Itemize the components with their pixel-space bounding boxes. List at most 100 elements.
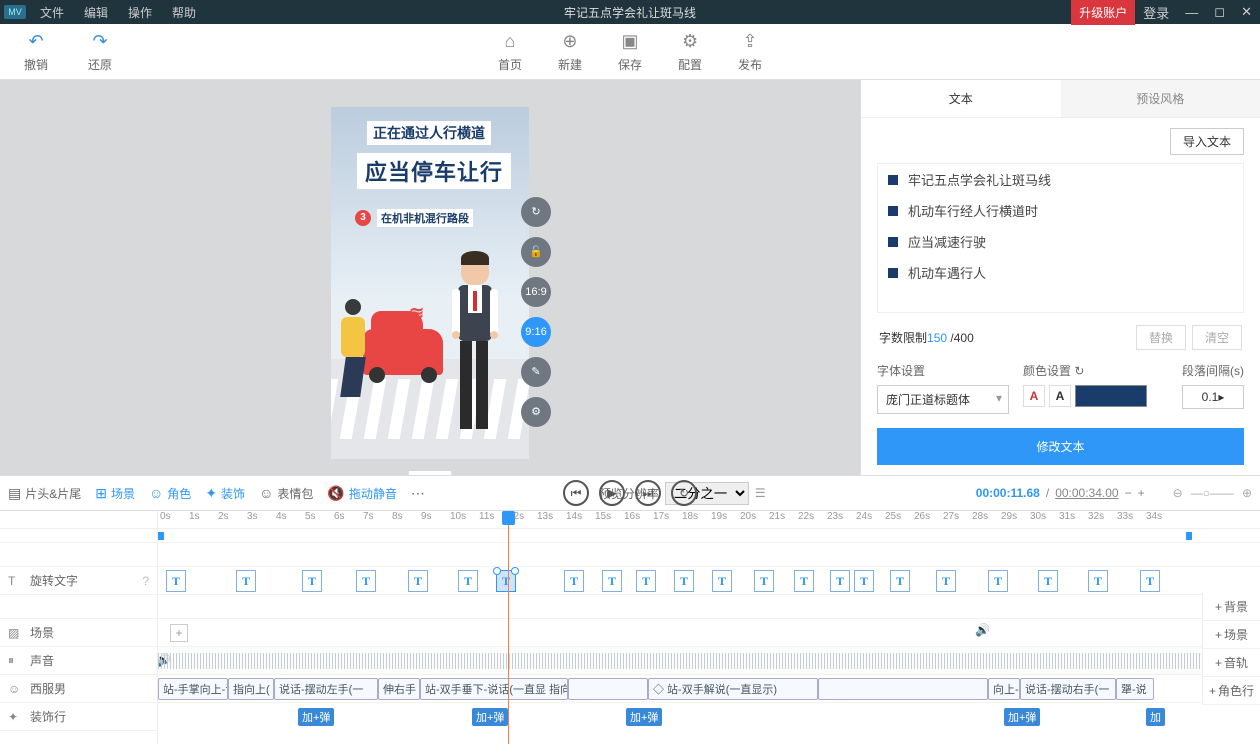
text-clip[interactable]: T: [794, 570, 814, 592]
text-clip[interactable]: T: [936, 570, 956, 592]
close-button[interactable]: ✕: [1233, 4, 1260, 20]
maximize-button[interactable]: ◻: [1206, 4, 1233, 20]
menu-file[interactable]: 文件: [30, 4, 74, 21]
settings-button[interactable]: ⚙: [521, 397, 551, 427]
track-scene[interactable]: ▨场景: [0, 619, 157, 647]
preview-canvas[interactable]: 正在通过人行横道 应当停车让行 3 在机非机混行路段 ≋: [331, 107, 529, 459]
text-clip[interactable]: T: [602, 570, 622, 592]
character-clip[interactable]: [568, 678, 648, 700]
add-scene-clip[interactable]: +: [170, 624, 188, 642]
menu-help[interactable]: 帮助: [162, 4, 206, 21]
home-button[interactable]: ⌂首页: [498, 31, 522, 73]
character-track-row[interactable]: 站-手掌向上-说话(一直显指向上(说话-摆动左手(一伸右手站-双手垂下-说话(一…: [158, 675, 1260, 703]
total-time[interactable]: 00:00:34.00: [1055, 486, 1118, 500]
tab-text[interactable]: 文本: [861, 80, 1061, 117]
text-clip[interactable]: T: [890, 570, 910, 592]
scene-button[interactable]: ⊞场景: [95, 485, 135, 502]
outline-color-button[interactable]: A: [1049, 385, 1071, 407]
undo-button[interactable]: ↶撤销: [24, 31, 48, 73]
refresh-icon[interactable]: ↻: [1074, 364, 1084, 378]
deco-clip[interactable]: 加: [1146, 708, 1165, 726]
text-list-item[interactable]: 机动车遇行人: [878, 257, 1243, 288]
text-clip[interactable]: T: [636, 570, 656, 592]
character-clip[interactable]: 指向上(: [228, 678, 274, 700]
text-list[interactable]: 牢记五点学会礼让斑马线 机动车行经人行横道时 应当减速行驶 机动车遇行人: [877, 163, 1244, 313]
gap-spinner[interactable]: 0.1 ▸: [1182, 385, 1244, 409]
text-clip[interactable]: T: [236, 570, 256, 592]
publish-button[interactable]: ⇪发布: [738, 31, 762, 73]
scene-track-row[interactable]: +: [158, 619, 1260, 647]
menu-action[interactable]: 操作: [118, 4, 162, 21]
replace-button[interactable]: 替换: [1136, 325, 1186, 350]
marker-row[interactable]: [158, 529, 1260, 543]
deco-clip[interactable]: 加+弹: [472, 708, 508, 726]
add-scene-button[interactable]: + 场景: [1203, 621, 1260, 649]
text-clip[interactable]: T: [564, 570, 584, 592]
role-button[interactable]: ☺角色: [149, 485, 191, 502]
edit-button[interactable]: ✎: [521, 357, 551, 387]
deco-button[interactable]: ✦装饰: [205, 485, 245, 502]
redo-button[interactable]: ↷还原: [88, 31, 112, 73]
zoom-out-button[interactable]: ⊖: [1173, 486, 1183, 500]
text-list-item[interactable]: 机动车行经人行横道时: [878, 195, 1243, 226]
clear-button[interactable]: 清空: [1192, 325, 1242, 350]
intro-outro-button[interactable]: ▤片头&片尾: [8, 485, 81, 502]
add-bg-button[interactable]: + 背景: [1203, 593, 1260, 621]
login-button[interactable]: 登录: [1135, 3, 1177, 22]
text-clip[interactable]: T: [1088, 570, 1108, 592]
text-clip[interactable]: T: [166, 570, 186, 592]
ratio-9-16-button[interactable]: 9:16: [521, 317, 551, 347]
track-spin-text[interactable]: T旋转文字?: [0, 567, 157, 595]
character-clip[interactable]: ◇ 站-双手解说(一直显示): [648, 678, 818, 700]
text-clip[interactable]: T: [496, 570, 516, 592]
track-character[interactable]: ☺西服男: [0, 675, 157, 703]
text-clip[interactable]: T: [712, 570, 732, 592]
refresh-button[interactable]: ↻: [521, 197, 551, 227]
character-clip[interactable]: 犟-说: [1116, 678, 1154, 700]
text-clip[interactable]: T: [988, 570, 1008, 592]
audio-track-row[interactable]: 🔊 🔊: [158, 647, 1260, 675]
more-button[interactable]: ⋯: [411, 485, 425, 502]
deco-track-row[interactable]: 加+弹 加+弹 加+弹 加+弹 加: [158, 703, 1260, 731]
minimize-button[interactable]: —: [1177, 5, 1206, 20]
deco-clip[interactable]: 加+弹: [626, 708, 662, 726]
zoom-slider[interactable]: —○——: [1191, 486, 1234, 500]
config-button[interactable]: ⚙配置: [678, 31, 702, 73]
time-minus[interactable]: −: [1125, 486, 1132, 500]
waveform[interactable]: [158, 653, 1260, 669]
text-clip[interactable]: T: [1038, 570, 1058, 592]
new-button[interactable]: ⊕新建: [558, 31, 582, 73]
character-clip[interactable]: 伸右手: [378, 678, 420, 700]
text-clip[interactable]: T: [356, 570, 376, 592]
text-list-item[interactable]: 牢记五点学会礼让斑马线: [878, 164, 1243, 195]
zoom-in-button[interactable]: ⊕: [1242, 486, 1252, 500]
layers-icon[interactable]: ☰: [755, 486, 766, 500]
emoji-button[interactable]: ☺表情包: [259, 485, 313, 502]
text-list-item[interactable]: 应当减速行驶: [878, 226, 1243, 257]
menu-edit[interactable]: 编辑: [74, 4, 118, 21]
text-clip[interactable]: T: [408, 570, 428, 592]
marker[interactable]: [1186, 532, 1192, 540]
deco-clip[interactable]: 加+弹: [1004, 708, 1040, 726]
character-clip[interactable]: 向上-说: [988, 678, 1020, 700]
timeline-body[interactable]: 0s1s2s3s4s5s6s7s8s9s10s11s12s13s14s15s16…: [158, 511, 1260, 744]
next-button[interactable]: ⏭: [635, 480, 661, 506]
save-button[interactable]: ▣保存: [618, 31, 642, 73]
help-icon[interactable]: ?: [142, 574, 149, 588]
add-role-button[interactable]: + 角色行: [1203, 677, 1260, 705]
font-select[interactable]: 庞门正道标题体: [877, 385, 1009, 414]
modify-text-button[interactable]: 修改文本: [877, 428, 1244, 465]
character-clip[interactable]: 说话-摆动左手(一: [274, 678, 378, 700]
deco-clip[interactable]: 加+弹: [298, 708, 334, 726]
loop-button[interactable]: ↻: [671, 480, 697, 506]
lock-button[interactable]: 🔓: [521, 237, 551, 267]
character-clip[interactable]: 站-手掌向上-说话(一直显: [158, 678, 228, 700]
character-clip[interactable]: 说话-摆动右手(一: [1020, 678, 1116, 700]
text-clip[interactable]: T: [674, 570, 694, 592]
play-button[interactable]: ▶: [599, 480, 625, 506]
text-clip[interactable]: T: [458, 570, 478, 592]
text-clip[interactable]: T: [854, 570, 874, 592]
character-clip[interactable]: 站-双手垂下-说话(一直显 指向上(: [420, 678, 568, 700]
time-plus[interactable]: +: [1138, 486, 1145, 500]
text-clip[interactable]: T: [302, 570, 322, 592]
